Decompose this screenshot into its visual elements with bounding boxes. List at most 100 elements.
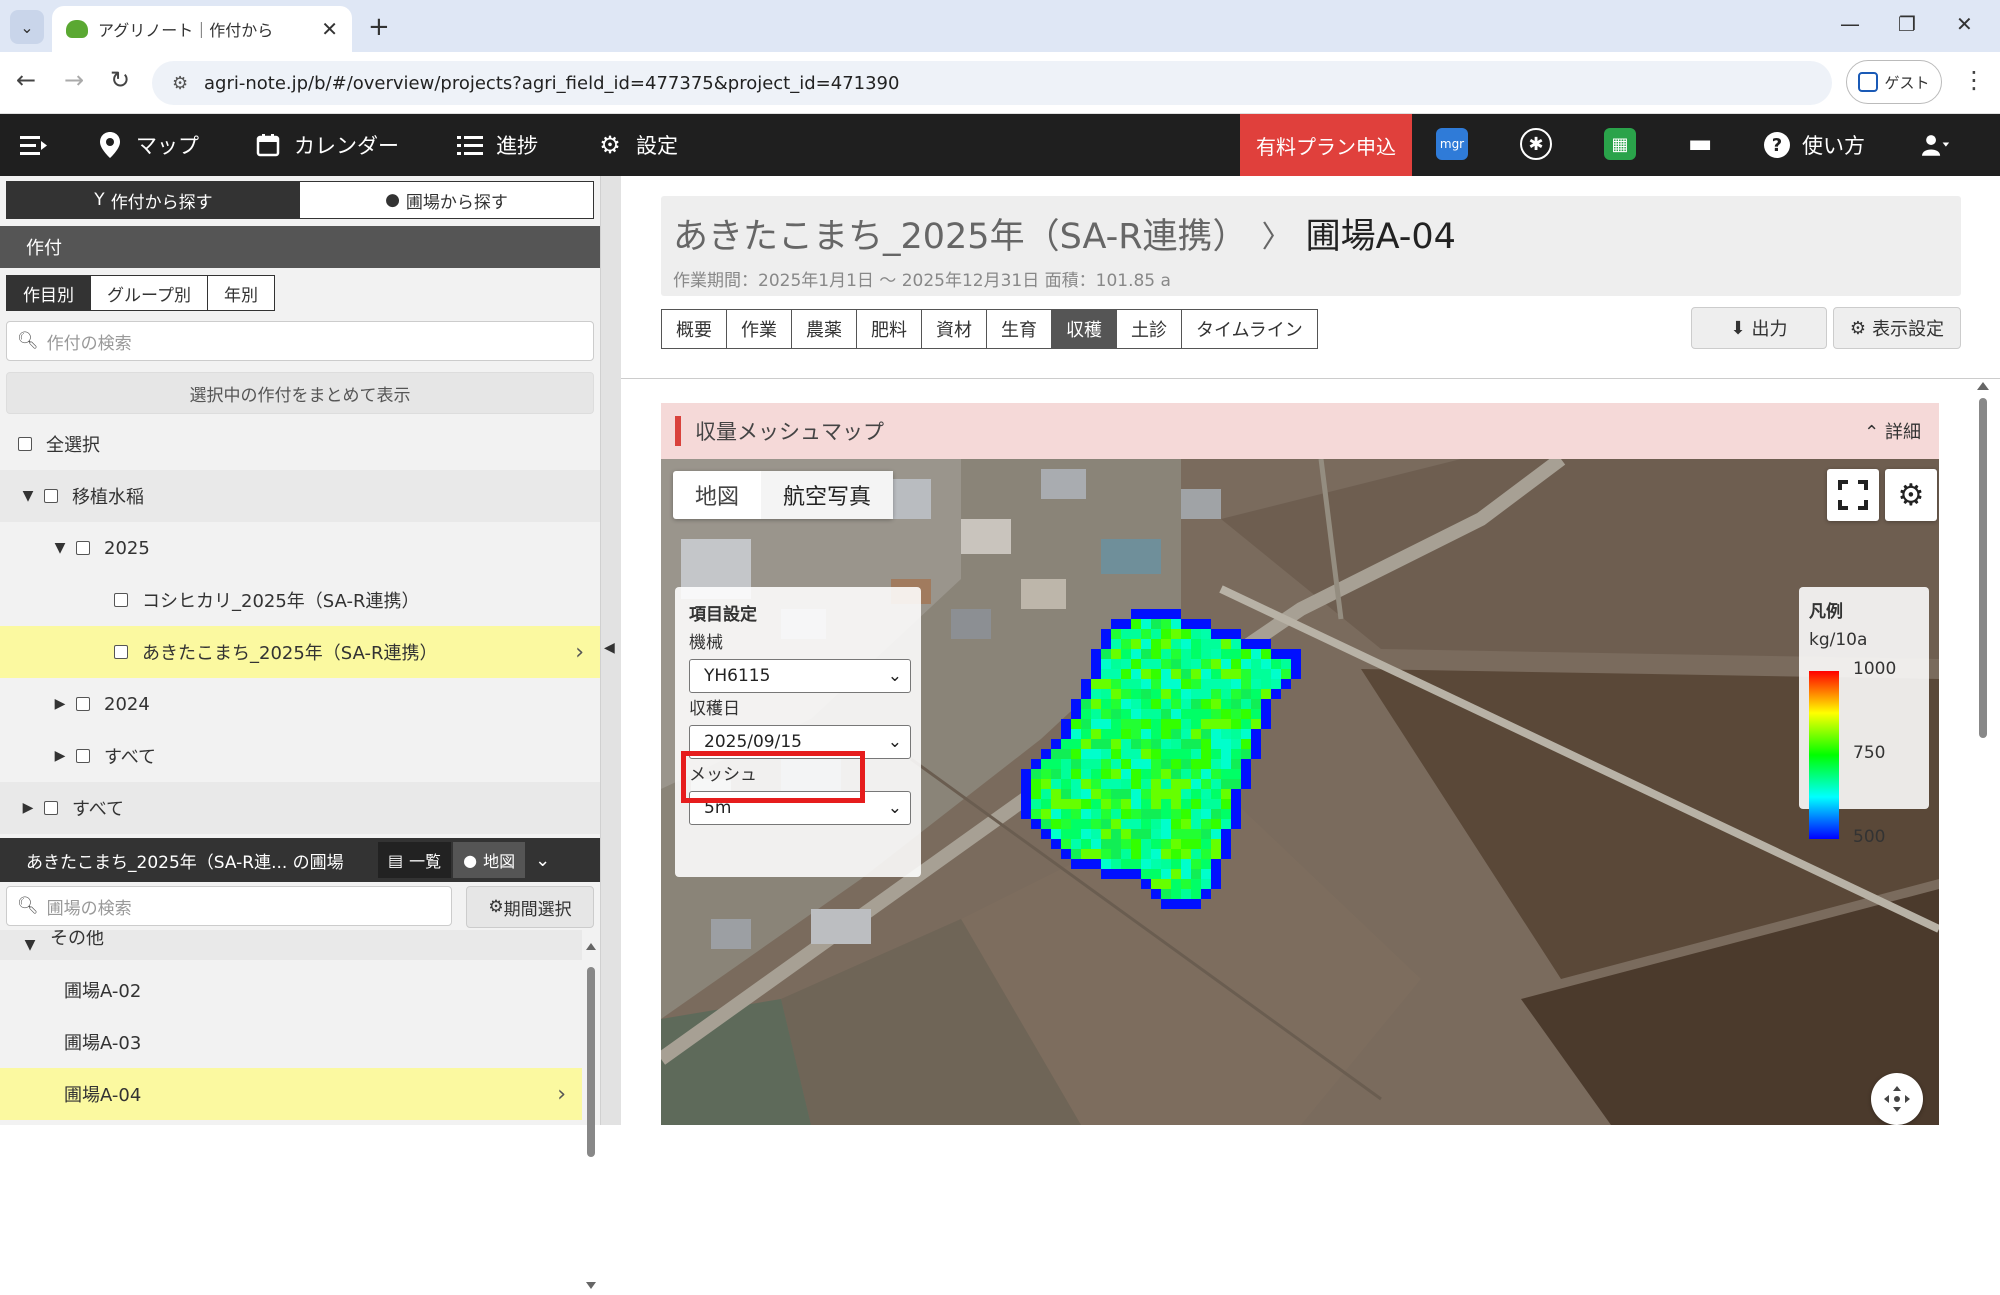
yield-mesh-panel-header[interactable]: 収量メッシュマップ ⌃ 詳細 — [661, 403, 1939, 459]
nav-progress[interactable]: 進捗 — [456, 114, 538, 176]
url-field[interactable]: ⚙ agri-note.jp/b/#/overview/projects?agr… — [152, 61, 1832, 105]
display-settings-button[interactable]: ⚙ 表示設定 — [1833, 307, 1961, 349]
sidebar-toggle-button[interactable] — [20, 114, 48, 176]
field-list-view-button[interactable]: ▤ 一覧 — [378, 842, 452, 878]
checkbox[interactable] — [114, 645, 128, 659]
tab-by-year[interactable]: 年別 — [208, 276, 274, 310]
tab-overview[interactable]: 概要 — [662, 310, 727, 348]
main-scrollbar[interactable] — [1973, 378, 1993, 1125]
caret-down-icon[interactable]: ▼ — [18, 488, 38, 504]
nav-settings[interactable]: ⚙ 設定 — [596, 114, 678, 176]
crop-search-input[interactable]: 🔍︎ 作付の検索 — [6, 321, 594, 361]
user-menu-button[interactable] — [1922, 114, 1950, 176]
reload-icon[interactable]: ↻ — [110, 66, 130, 94]
project-meta: 作業期間：2025年1月1日 〜 2025年12月31日 面積：101.85 a — [673, 271, 1171, 291]
recenter-icon[interactable] — [1871, 1073, 1923, 1125]
mesh-select[interactable]: 5m ⌄ — [689, 791, 911, 825]
tab-search-chevron-icon[interactable]: ⌄ — [10, 10, 44, 44]
harvest-date-select[interactable]: 2025/09/15 ⌄ — [689, 725, 911, 759]
caret-right-icon[interactable]: ▶ — [50, 696, 70, 712]
map-type-aerial[interactable]: 航空写真 — [761, 471, 894, 519]
tab-materials[interactable]: 資材 — [922, 310, 987, 348]
tab-soil[interactable]: 土診 — [1117, 310, 1182, 348]
machine-select[interactable]: YH6115 ⌄ — [689, 659, 911, 693]
field-group-other[interactable]: ▼ その他 — [0, 930, 582, 960]
map-type-toggle: 地図 航空写真 — [673, 471, 894, 519]
tree-item-select-all[interactable]: 全選択 — [0, 418, 600, 470]
caret-down-icon[interactable]: ▼ — [20, 937, 40, 953]
tab-growth[interactable]: 生育 — [987, 310, 1052, 348]
checkbox[interactable] — [114, 593, 128, 607]
caret-down-icon[interactable]: ▼ — [50, 540, 70, 556]
caret-right-icon[interactable]: ▶ — [50, 748, 70, 764]
collapse-left-panel-icon[interactable]: ◀ — [604, 640, 615, 656]
field-list-scrollbar[interactable] — [584, 941, 598, 1291]
search-by-crop-tab[interactable]: Y 作付から探す — [7, 182, 300, 218]
sheet-app-icon[interactable]: ▦ — [1604, 128, 1636, 160]
tree-item-label: あきたこまち_2025年（SA-R連携） — [142, 643, 438, 664]
minimize-icon[interactable]: — — [1840, 12, 1860, 36]
tab-work[interactable]: 作業 — [727, 310, 792, 348]
tab-pesticide[interactable]: 農薬 — [792, 310, 857, 348]
chat-icon[interactable]: ▬ — [1684, 128, 1716, 160]
profile-button[interactable]: ゲスト — [1846, 60, 1942, 104]
agrinote-favicon-icon — [66, 20, 88, 38]
tree-item-all-crops[interactable]: ▶ すべて — [0, 782, 600, 834]
caret-right-icon[interactable]: ▶ — [18, 800, 38, 816]
nav-progress-label: 進捗 — [496, 134, 538, 158]
tab-timeline[interactable]: タイムライン — [1182, 310, 1317, 348]
settings-title: 項目設定 — [689, 605, 757, 625]
checkbox[interactable] — [76, 749, 90, 763]
back-icon[interactable]: ← — [16, 66, 36, 94]
field-search-input[interactable]: 🔍︎ 圃場の検索 — [6, 886, 452, 926]
field-item-a04[interactable]: 圃場A-04 › — [0, 1068, 582, 1120]
tab-by-group[interactable]: グループ別 — [91, 276, 208, 310]
tree-item-akitakomachi[interactable]: あきたこまち_2025年（SA-R連携） › — [0, 626, 600, 678]
export-button[interactable]: ⬇ 出力 — [1691, 307, 1827, 349]
browser-tab[interactable]: アグリノート｜作付から ✕ — [52, 6, 352, 52]
fullscreen-icon[interactable] — [1827, 469, 1879, 521]
field-item-a02[interactable]: 圃場A-02 — [0, 964, 582, 1016]
period-select-button[interactable]: ⚙ 期間選択 — [466, 886, 594, 928]
accent-bar — [675, 416, 681, 446]
export-label: 出力 — [1751, 319, 1788, 340]
field-item-a03[interactable]: 圃場A-03 — [0, 1016, 582, 1068]
tab-fertilizer[interactable]: 肥料 — [857, 310, 922, 348]
checkbox[interactable] — [44, 489, 58, 503]
forward-icon[interactable]: → — [64, 66, 84, 94]
window-close-icon[interactable]: ✕ — [1956, 12, 1973, 36]
tree-item-all-years[interactable]: ▶ すべて — [0, 730, 600, 782]
satellite-app-icon[interactable]: ✱ — [1520, 128, 1552, 160]
item-settings-panel: 項目設定 機械 YH6115 ⌄ 収穫日 2025/09/15 ⌄ メッシュ 5… — [675, 587, 921, 877]
mgr-app-icon[interactable]: mgr — [1436, 128, 1468, 160]
paid-plan-button[interactable]: 有料プラン申込 — [1240, 114, 1412, 176]
checkbox[interactable] — [76, 697, 90, 711]
nav-map[interactable]: マップ — [96, 114, 199, 176]
detail-toggle[interactable]: ⌃ 詳細 — [1864, 418, 1921, 444]
tab-by-crop-type[interactable]: 作目別 — [7, 276, 91, 310]
yield-mesh-map[interactable]: 地図 航空写真 ⚙ 項目設定 機械 YH6115 ⌄ 収穫日 2025/09/1… — [661, 459, 1939, 1125]
checkbox[interactable] — [18, 437, 32, 451]
tree-item-2025[interactable]: ▼ 2025 — [0, 522, 600, 574]
tree-item-2024[interactable]: ▶ 2024 — [0, 678, 600, 730]
map-type-map[interactable]: 地図 — [673, 471, 761, 519]
site-info-icon[interactable]: ⚙ — [172, 73, 188, 94]
search-by-field-tab[interactable]: ● 圃場から探す — [300, 182, 593, 218]
browser-menu-icon[interactable]: ⋮ — [1962, 66, 1986, 94]
chevron-down-icon[interactable]: ⌄ — [535, 850, 550, 871]
tab-close-icon[interactable]: ✕ — [321, 17, 338, 41]
gear-icon: ⚙ — [599, 131, 621, 159]
project-name[interactable]: あきたこまち_2025年（SA-R連携） — [673, 208, 1248, 259]
map-settings-gear-icon[interactable]: ⚙ — [1885, 469, 1937, 521]
nav-calendar[interactable]: カレンダー — [254, 114, 399, 176]
tree-item-koshihikari[interactable]: コシヒカリ_2025年（SA-R連携） — [0, 574, 600, 626]
show-selected-crops-button[interactable]: 選択中の作付をまとめて表示 — [6, 372, 594, 414]
checkbox[interactable] — [76, 541, 90, 555]
tab-harvest[interactable]: 収穫 — [1052, 310, 1117, 348]
tree-item-transplant-rice[interactable]: ▼ 移植水稲 — [0, 470, 600, 522]
maximize-icon[interactable]: ❐ — [1898, 12, 1916, 36]
checkbox[interactable] — [44, 801, 58, 815]
help-button[interactable]: ? 使い方 — [1764, 114, 1865, 176]
field-map-view-button[interactable]: ● 地図 — [453, 842, 526, 878]
new-tab-icon[interactable]: + — [368, 12, 390, 42]
